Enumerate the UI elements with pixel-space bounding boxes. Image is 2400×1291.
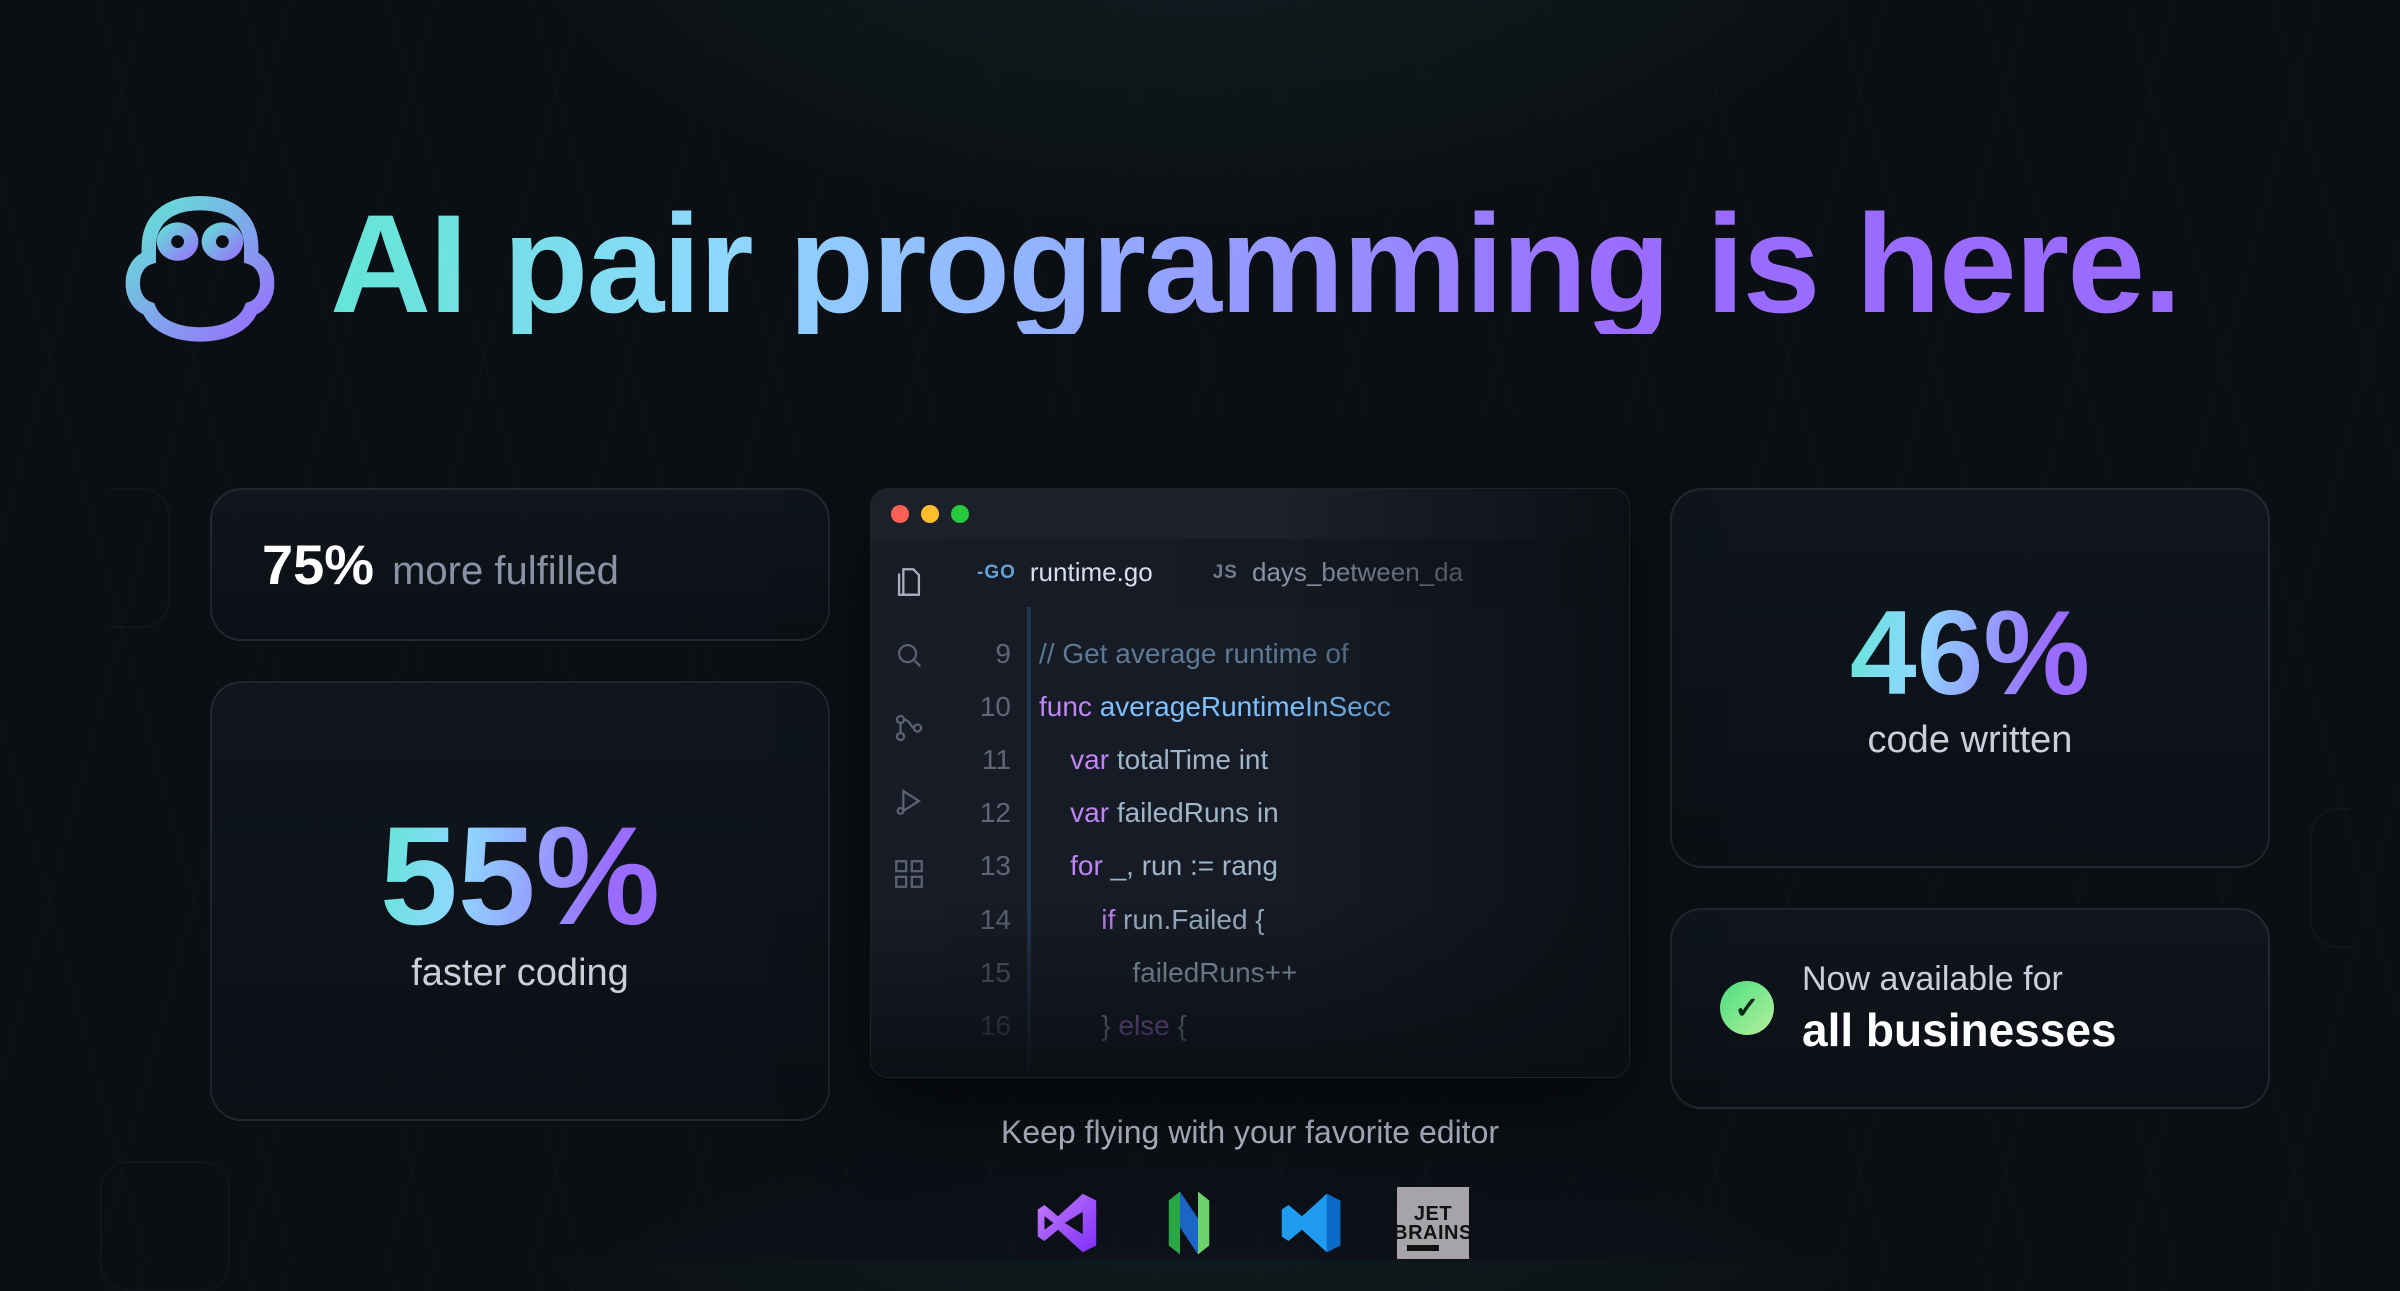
source-control-icon[interactable] xyxy=(892,711,926,750)
window-close-icon xyxy=(891,505,909,523)
availability-line-1: Now available for xyxy=(1802,960,2117,999)
stat-written-card: 46% code written xyxy=(1670,488,2270,868)
activity-bar xyxy=(871,539,947,1077)
neovim-icon xyxy=(1153,1187,1225,1259)
copilot-icon xyxy=(120,184,280,344)
window-zoom-icon xyxy=(951,505,969,523)
extensions-icon[interactable] xyxy=(892,857,926,896)
editor-logos-row: JET BRAINS xyxy=(1031,1187,1469,1259)
check-icon: ✓ xyxy=(1720,981,1774,1035)
vscode-icon xyxy=(1275,1187,1347,1259)
code-editor-window: GOruntime.goJSdays_between_da 9101112131… xyxy=(870,488,1630,1078)
decorative-card xyxy=(110,488,170,628)
decorative-card xyxy=(2310,808,2350,948)
editor-tab-bar: GOruntime.goJSdays_between_da xyxy=(947,539,1629,607)
stat-faster-label: faster coding xyxy=(411,952,629,995)
files-icon[interactable] xyxy=(892,565,926,604)
jetbrains-icon: JET BRAINS xyxy=(1397,1187,1469,1259)
availability-card: ✓ Now available for all businesses xyxy=(1670,908,2270,1109)
stat-fulfilled-label: more fulfilled xyxy=(392,549,619,594)
editor-tab[interactable]: JSdays_between_da xyxy=(1183,539,1493,607)
visual-studio-icon xyxy=(1031,1187,1103,1259)
stat-fulfilled-card: 75% more fulfilled xyxy=(210,488,830,641)
stat-written-label: code written xyxy=(1868,719,2073,762)
code-area: 910111213141516 // Get average runtime o… xyxy=(947,607,1629,1077)
stat-faster-card: 55% faster coding xyxy=(210,681,830,1121)
jetbrains-label-2: BRAINS xyxy=(1393,1224,1473,1243)
stat-fulfilled-value: 75% xyxy=(262,532,374,597)
window-traffic-lights xyxy=(871,489,1629,539)
page-headline: AI pair programming is here. xyxy=(330,194,2180,334)
decorative-card xyxy=(100,1161,230,1291)
availability-line-2: all businesses xyxy=(1802,1003,2117,1057)
stat-written-value: 46% xyxy=(1850,593,2090,713)
editor-tab[interactable]: GOruntime.go xyxy=(947,539,1183,607)
window-minimize-icon xyxy=(921,505,939,523)
editor-tagline: Keep flying with your favorite editor xyxy=(1001,1114,1499,1151)
stat-faster-value: 55% xyxy=(380,806,660,946)
debug-icon[interactable] xyxy=(892,784,926,823)
search-icon[interactable] xyxy=(892,638,926,677)
jetbrains-label-1: JET xyxy=(1414,1205,1452,1224)
